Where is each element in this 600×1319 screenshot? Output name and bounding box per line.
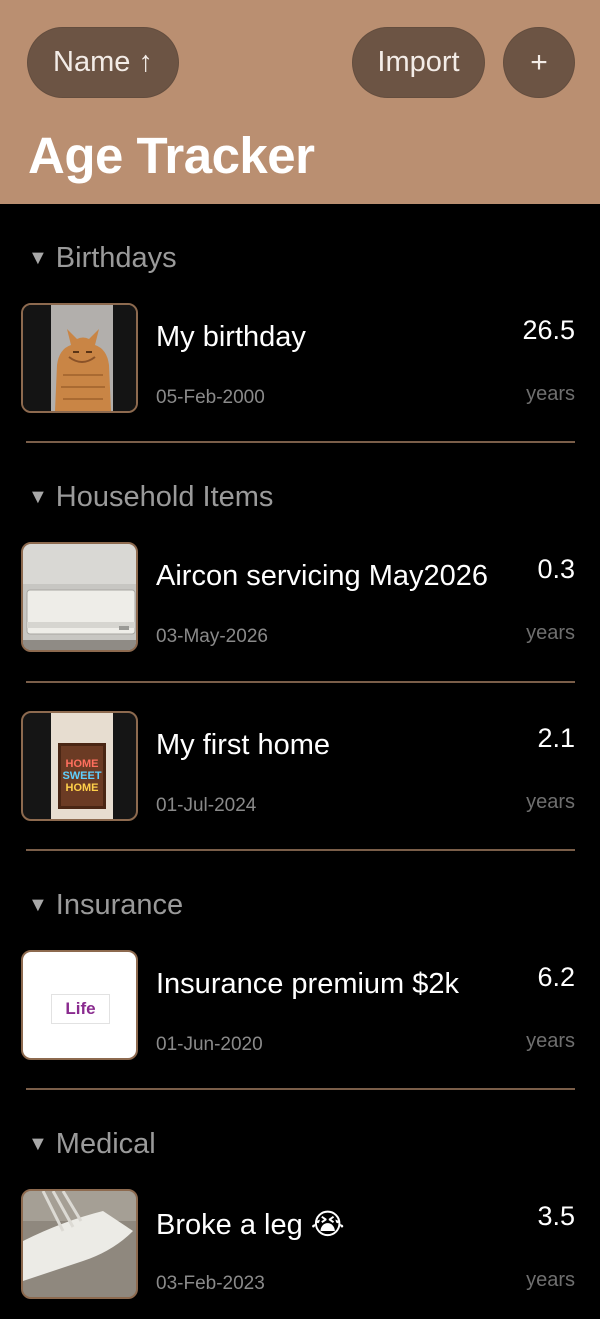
page-title: Age Tracker (28, 127, 315, 184)
item-age-value: 26.5 (522, 315, 575, 345)
item-age-value: 0.3 (537, 554, 575, 584)
list-item[interactable]: Aircon servicing May2026 03-May-2026 0.3… (0, 542, 600, 672)
home-sweet-home-sign: HOME SWEET HOME (58, 743, 106, 809)
item-age-unit: years (526, 383, 575, 405)
section-title: Medical (55, 1127, 156, 1160)
divider (26, 681, 575, 683)
collapse-triangle-icon: ▼ (28, 246, 48, 269)
item-name: My first home (156, 729, 331, 761)
sign-text: HOME (65, 782, 99, 794)
item-name: Insurance premium $2k (156, 968, 460, 1000)
section-title: Household Items (55, 480, 274, 513)
list-item[interactable]: My birthday 05-Feb-2000 26.5 years (0, 303, 600, 433)
item-age-value: 6.2 (537, 962, 575, 992)
section-header-medical[interactable]: ▼ Medical (28, 1124, 156, 1164)
collapse-triangle-icon: ▼ (28, 1132, 48, 1155)
divider (26, 441, 575, 443)
item-age-unit: years (526, 622, 575, 644)
item-date: 03-Feb-2023 (156, 1273, 265, 1294)
section-header-birthdays[interactable]: ▼ Birthdays (28, 238, 177, 278)
divider (26, 1088, 575, 1090)
life-logo-thumbnail: Life (21, 950, 138, 1060)
collapse-triangle-icon: ▼ (28, 485, 48, 508)
app-header: Name ↑ Import + Age Tracker (0, 0, 600, 204)
aircon-photo-image (23, 544, 136, 650)
item-name: My birthday (156, 321, 306, 353)
item-date: 01-Jul-2024 (156, 795, 257, 816)
import-button[interactable]: Import (352, 27, 485, 98)
cat-photo-image (23, 305, 136, 411)
divider (26, 849, 575, 851)
aircon-photo-thumbnail (21, 542, 138, 652)
cat-photo-thumbnail (21, 303, 138, 413)
sign-text: SWEET (62, 770, 102, 782)
list-item[interactable]: Broke a leg 😭 03-Feb-2023 3.5 years (0, 1189, 600, 1319)
item-age-unit: years (526, 1269, 575, 1291)
item-name: Aircon servicing May2026 (156, 560, 489, 592)
sort-button[interactable]: Name ↑ (27, 27, 179, 98)
item-age-value: 3.5 (537, 1201, 575, 1231)
leg-cast-thumbnail (21, 1189, 138, 1299)
item-date: 03-May-2026 (156, 626, 268, 647)
section-header-household-items[interactable]: ▼ Household Items (28, 477, 273, 517)
collapse-triangle-icon: ▼ (28, 893, 48, 916)
sign-text: HOME (65, 758, 99, 770)
leg-cast-image (23, 1191, 136, 1297)
item-date: 01-Jun-2020 (156, 1034, 263, 1055)
list-item[interactable]: Life Insurance premium $2k 01-Jun-2020 6… (0, 950, 600, 1080)
item-age-unit: years (526, 1030, 575, 1052)
add-button[interactable]: + (503, 27, 575, 98)
section-header-insurance[interactable]: ▼ Insurance (28, 885, 183, 925)
item-age-unit: years (526, 791, 575, 813)
item-age-value: 2.1 (537, 723, 575, 753)
life-logo: Life (51, 994, 110, 1024)
section-title: Insurance (55, 888, 184, 921)
list-item[interactable]: HOME SWEET HOME My first home 01-Jul-202… (0, 711, 600, 841)
item-date: 05-Feb-2000 (156, 387, 265, 408)
item-name: Broke a leg 😭 (156, 1209, 345, 1241)
section-title: Birthdays (55, 241, 177, 274)
home-sign-thumbnail: HOME SWEET HOME (21, 711, 138, 821)
